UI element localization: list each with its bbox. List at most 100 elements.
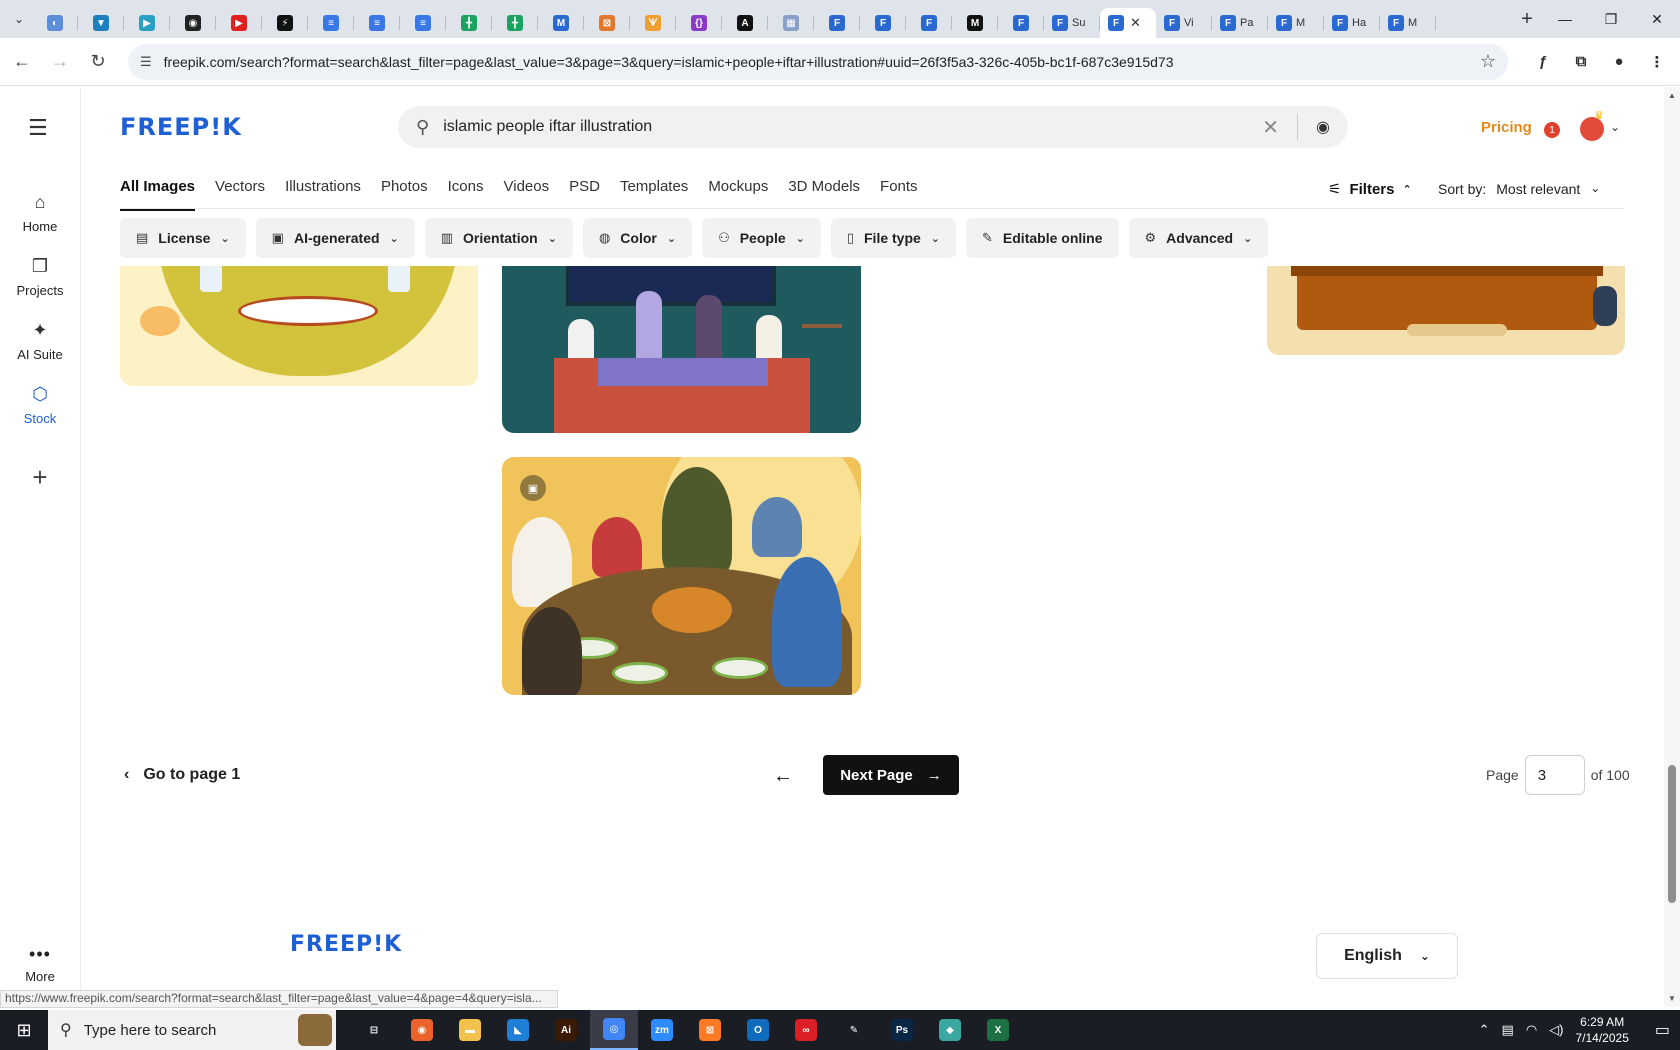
new-tab-plus-icon[interactable]: + [1512,8,1542,31]
freepik-logo[interactable]: FREEP!K [120,113,242,141]
filter-chip-file-type[interactable]: ▯ File type ⌄ [830,218,957,258]
filter-chip-color[interactable]: ◍ Color ⌄ [582,218,693,258]
browser-tab[interactable]: ╋ [492,8,538,38]
browser-tab[interactable]: ≡ [308,8,354,38]
tab-templates[interactable]: Templates [620,178,688,211]
browser-tab[interactable]: ▼ [78,8,124,38]
sidebar-item-projects[interactable]: ❐ Projects [0,256,80,298]
taskbar-app-illustrator[interactable]: Ai [542,1010,590,1050]
tab-illustrations[interactable]: Illustrations [285,178,361,211]
filter-chip-people[interactable]: ⚇ People ⌄ [702,218,821,258]
browser-tab[interactable]: F Ha [1324,8,1380,38]
taskbar-app-outlook[interactable]: O [734,1010,782,1050]
browser-tab[interactable]: ≡ [354,8,400,38]
tab-videos[interactable]: Videos [504,178,550,211]
browser-tab[interactable]: ▶ [124,8,170,38]
browser-tab[interactable]: F Vi [1156,8,1212,38]
tab-all-images[interactable]: All Images [120,178,196,211]
scroll-up-icon[interactable]: ▲ [1668,91,1676,100]
filter-chip-orientation[interactable]: ▥ Orientation ⌄ [424,218,573,258]
browser-tab[interactable]: M [538,8,584,38]
filter-chip-advanced[interactable]: ⚙ Advanced ⌄ [1128,218,1269,258]
result-image-desk[interactable] [1267,266,1625,355]
wifi-icon[interactable]: ◠ [1526,1022,1537,1038]
browser-tab[interactable]: ◉ [170,8,216,38]
bookmark-star-icon[interactable]: ☆ [1480,51,1496,72]
restore-icon[interactable]: ❐ [1588,0,1634,38]
clear-search-icon[interactable]: ✕ [1262,115,1279,140]
tab-photos[interactable]: Photos [381,178,428,211]
filter-chip-editable-online[interactable]: ✎ Editable online [966,218,1119,258]
hamburger-menu-icon[interactable]: ☰ [28,115,48,141]
sidebar-item-stock[interactable]: ⬡ Stock [0,384,80,426]
browser-tab[interactable]: ⚡ [262,8,308,38]
address-bar[interactable]: ☰ freepik.com/search?format=search&last_… [128,43,1508,80]
result-image-family-iftar-feast[interactable]: ▣ [502,457,861,695]
browser-tab[interactable]: F [814,8,860,38]
minimize-icon[interactable]: — [1542,0,1588,38]
forward-arrow-icon[interactable]: → [44,46,76,78]
font-extension-icon[interactable]: ƒ [1524,53,1562,70]
browser-tab[interactable]: ᗐ [630,8,676,38]
tab-search-chevron-icon[interactable]: ⌄ [6,6,32,32]
filter-chip-ai-generated[interactable]: ▣ AI-generated ⌄ [255,218,415,258]
url-text[interactable]: freepik.com/search?format=search&last_fi… [164,54,1480,70]
page-number-input[interactable] [1524,755,1585,795]
next-page-button[interactable]: Next Page → [823,755,959,795]
taskbar-app-zoom[interactable]: zm [638,1010,686,1050]
result-image-family-dinner[interactable] [502,266,861,433]
taskbar-clock[interactable]: 6:29 AM 7/14/2025 [1575,1014,1628,1046]
footer-freepik-logo[interactable]: FREEP!K [290,932,402,957]
browser-tab[interactable]: FM [1268,8,1324,38]
sort-dropdown[interactable]: Sort by: Most relevant ⌄ [1438,181,1600,197]
browser-tab[interactable]: A [722,8,768,38]
filters-toggle[interactable]: ⚟ Filters ⌃ [1328,180,1412,199]
windows-start-icon[interactable]: ⊞ [0,1010,48,1050]
page-scrollbar[interactable]: ▲ ▼ [1664,87,1680,1007]
browser-tab[interactable]: F Pa [1212,8,1268,38]
browser-tab[interactable]: ⊠ [584,8,630,38]
browser-tab[interactable]: ▦ [768,8,814,38]
tab-mockups[interactable]: Mockups [708,178,768,211]
result-image-iftar-cartoon[interactable] [120,266,478,386]
tray-chevron-up-icon[interactable]: ⌃ [1479,1022,1490,1038]
account-chevron-down-icon[interactable]: ⌄ [1610,120,1620,134]
tab-fonts[interactable]: Fonts [880,178,918,211]
taskbar-app-excel[interactable]: X [974,1010,1022,1050]
profile-avatar-icon[interactable]: ● [1600,53,1638,70]
taskbar-app-inkscape[interactable]: ✎ [830,1010,878,1050]
taskbar-app-creative-cloud[interactable]: ∞ [782,1010,830,1050]
taskbar-app-file-explorer[interactable]: ▬ [446,1010,494,1050]
taskbar-app-xampp[interactable]: ⊠ [686,1010,734,1050]
browser-tab[interactable]: F [860,8,906,38]
previous-page-button[interactable]: ← [763,756,803,796]
browser-menu-icon[interactable]: ⋮ [1638,53,1676,71]
add-plus-icon[interactable]: + [18,455,62,499]
close-tab-icon[interactable]: ✕ [1130,15,1141,31]
camera-search-icon[interactable]: ◉ [1316,117,1330,137]
tab-vectors[interactable]: Vectors [215,178,265,211]
scroll-down-icon[interactable]: ▼ [1668,994,1676,1003]
browser-tab[interactable]: ▶ [216,8,262,38]
browser-tab[interactable]: F [998,8,1044,38]
browser-tab[interactable]: FM [1380,8,1436,38]
extensions-puzzle-icon[interactable]: ⧉ [1562,53,1600,70]
search-bar[interactable]: ⚲ islamic people iftar illustration ✕ ◉ [398,106,1348,148]
tab-psd[interactable]: PSD [569,178,600,211]
back-arrow-icon[interactable]: ← [6,46,38,78]
browser-tab[interactable]: M [952,8,998,38]
browser-tab[interactable]: F [906,8,952,38]
pricing-link[interactable]: Pricing [1481,119,1532,136]
filter-chip-license[interactable]: ▤ License ⌄ [120,218,246,258]
sidebar-item-more[interactable]: ••• More [0,944,80,984]
taskbar-app-photoshop[interactable]: Ps [878,1010,926,1050]
tab-icons[interactable]: Icons [448,178,484,211]
language-selector[interactable]: English ⌄ [1316,933,1458,979]
search-input[interactable]: islamic people iftar illustration [443,118,1262,136]
browser-tab[interactable]: ╋ [446,8,492,38]
volume-icon[interactable]: ◁) [1549,1022,1563,1038]
network-icon[interactable]: ▤ [1502,1022,1514,1038]
taskbar-app-firefox[interactable]: ◉ [398,1010,446,1050]
browser-tab[interactable]: F Su [1044,8,1100,38]
browser-tab[interactable]: ◐ [32,8,78,38]
